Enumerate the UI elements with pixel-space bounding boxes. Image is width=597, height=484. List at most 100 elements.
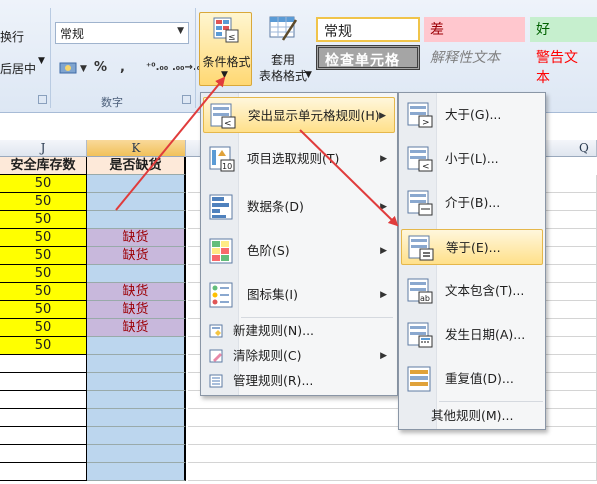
cell-j[interactable] xyxy=(0,409,87,427)
style-bad[interactable]: 差 xyxy=(424,17,525,42)
conditional-format-icon: ≤ xyxy=(213,17,239,43)
submenu-item-between[interactable]: 介于(B)... xyxy=(401,185,543,221)
cell-k[interactable] xyxy=(87,373,186,391)
cell-k[interactable] xyxy=(87,265,186,283)
data-bars-icon xyxy=(209,194,233,220)
column-header-q[interactable]: Q xyxy=(579,140,589,156)
dropdown-arrow-icon[interactable]: ▼ xyxy=(38,56,45,66)
cell-k[interactable] xyxy=(87,391,186,409)
alignment-launcher-icon[interactable] xyxy=(38,95,47,104)
menu-item-label: 新建规则(N)... xyxy=(233,323,315,338)
svg-text:≤: ≤ xyxy=(228,33,236,43)
number-launcher-icon[interactable] xyxy=(182,95,191,104)
comma-style-button[interactable]: , xyxy=(120,60,125,80)
percent-button[interactable]: % xyxy=(94,60,107,80)
menu-item-label: 数据条(D) xyxy=(247,199,304,214)
style-warning[interactable]: 警告文本 xyxy=(530,45,597,86)
menu-item-label: 色阶(S) xyxy=(247,243,290,258)
cell-j[interactable]: 50 xyxy=(0,301,87,319)
format-as-table-button[interactable]: 套用 表格格式 xyxy=(254,14,312,86)
style-explanatory[interactable]: 解释性文本 xyxy=(424,45,525,70)
chevron-down-icon[interactable]: ▼ xyxy=(305,70,312,80)
cell-j[interactable] xyxy=(0,445,87,463)
cell-k[interactable] xyxy=(87,445,186,463)
currency-icon xyxy=(59,62,77,74)
date-occurring-icon xyxy=(407,322,433,348)
manage-rules-icon xyxy=(209,374,223,388)
submenu-item-duplicate-values[interactable]: 重复值(D)... xyxy=(401,361,543,397)
cell-j[interactable]: 50 xyxy=(0,211,87,229)
cell-j[interactable] xyxy=(0,427,87,445)
submenu-item-equal-to[interactable]: 等于(E)... xyxy=(401,229,543,265)
increase-decimal-button[interactable]: ⁺⁰.₀₀ xyxy=(146,62,168,82)
menu-separator xyxy=(241,317,393,318)
cell-j[interactable]: 50 xyxy=(0,247,87,265)
cell-j[interactable]: 50 xyxy=(0,283,87,301)
submenu-arrow-icon: ▶ xyxy=(380,290,387,300)
cell-k[interactable]: 缺货 xyxy=(87,229,186,247)
menu-item-label: 管理规则(R)... xyxy=(233,373,314,388)
currency-format-button[interactable] xyxy=(58,59,80,79)
cell-j[interactable]: 50 xyxy=(0,175,87,193)
cell-k[interactable] xyxy=(87,355,186,373)
header-cell-j[interactable]: 安全库存数 xyxy=(0,157,87,175)
merge-center-button[interactable]: 后居中 xyxy=(0,60,36,77)
column-header-k[interactable]: K xyxy=(87,140,186,157)
cell-k[interactable]: 缺货 xyxy=(87,247,186,265)
menu-item-clear-rules[interactable]: 清除规则(C) ▶ xyxy=(203,345,395,367)
wrap-text-button[interactable]: 换行 xyxy=(0,28,24,45)
cell-k[interactable]: 缺货 xyxy=(87,319,186,337)
cell-k[interactable] xyxy=(87,337,186,355)
style-normal[interactable]: 常规 xyxy=(316,17,420,42)
empty-cells[interactable] xyxy=(188,463,597,481)
submenu-item-label: 大于(G)... xyxy=(445,107,502,122)
menu-item-top-bottom-rules[interactable]: 10 项目选取规则(T) ▶ xyxy=(203,141,395,177)
menu-item-label: 图标集(I) xyxy=(247,287,298,302)
conditional-format-button[interactable]: ≤ 条件格式 ▼ xyxy=(199,12,252,86)
currency-dropdown-icon[interactable]: ▼ xyxy=(80,64,87,84)
submenu-arrow-icon: ▶ xyxy=(380,351,387,361)
menu-item-icon-sets[interactable]: 图标集(I) ▶ xyxy=(203,277,395,313)
cell-j[interactable]: 50 xyxy=(0,319,87,337)
menu-item-highlight-rules[interactable]: < 突出显示单元格规则(H) ▶ xyxy=(203,97,395,133)
empty-cells[interactable] xyxy=(188,445,597,463)
decrease-decimal-button[interactable]: .₀₀→.₀ xyxy=(172,62,201,82)
number-format-select[interactable]: 常规 ▼ xyxy=(55,22,189,44)
menu-item-manage-rules[interactable]: 管理规则(R)... xyxy=(203,370,395,392)
cell-j[interactable]: 50 xyxy=(0,229,87,247)
submenu-item-label: 重复值(D)... xyxy=(445,371,514,386)
submenu-item-more-rules[interactable]: 其他规则(M)... xyxy=(401,405,543,427)
cell-j[interactable]: 50 xyxy=(0,337,87,355)
cell-k[interactable]: 缺货 xyxy=(87,283,186,301)
conditional-format-label: 条件格式 xyxy=(202,55,251,69)
equal-to-icon xyxy=(408,235,434,261)
menu-item-new-rule[interactable]: 新建规则(N)... xyxy=(203,320,395,342)
cell-k[interactable] xyxy=(87,409,186,427)
cell-j[interactable] xyxy=(0,373,87,391)
cell-j[interactable] xyxy=(0,463,87,481)
highlight-rules-icon: < xyxy=(210,103,236,129)
cell-j[interactable] xyxy=(0,355,87,373)
cell-k[interactable] xyxy=(87,463,186,481)
cell-k[interactable] xyxy=(87,211,186,229)
format-as-table-label-1: 套用 xyxy=(270,53,295,67)
cell-k[interactable]: 缺货 xyxy=(87,301,186,319)
column-header-j[interactable]: J xyxy=(0,140,87,157)
style-good[interactable]: 好 xyxy=(530,17,597,42)
submenu-item-less-than[interactable]: < 小于(L)... xyxy=(401,141,543,177)
cell-j[interactable]: 50 xyxy=(0,193,87,211)
menu-item-data-bars[interactable]: 数据条(D) ▶ xyxy=(203,189,395,225)
submenu-item-date-occurring[interactable]: 发生日期(A)... xyxy=(401,317,543,353)
cell-k[interactable] xyxy=(87,175,186,193)
cell-j[interactable]: 50 xyxy=(0,265,87,283)
menu-item-color-scales[interactable]: 色阶(S) ▶ xyxy=(203,233,395,269)
submenu-item-greater-than[interactable]: > 大于(G)... xyxy=(401,97,543,133)
submenu-item-text-contains[interactable]: ab 文本包含(T)... xyxy=(401,273,543,309)
style-check-cell[interactable]: 检查单元格 xyxy=(316,45,420,70)
cell-k[interactable] xyxy=(87,427,186,445)
highlight-rules-submenu: > 大于(G)... < 小于(L)... 介于(B)... 等于(E)... … xyxy=(398,92,546,430)
header-cell-k[interactable]: 是否缺货 xyxy=(87,157,186,175)
chevron-down-icon[interactable]: ▼ xyxy=(177,26,184,36)
cell-k[interactable] xyxy=(87,193,186,211)
cell-j[interactable] xyxy=(0,391,87,409)
